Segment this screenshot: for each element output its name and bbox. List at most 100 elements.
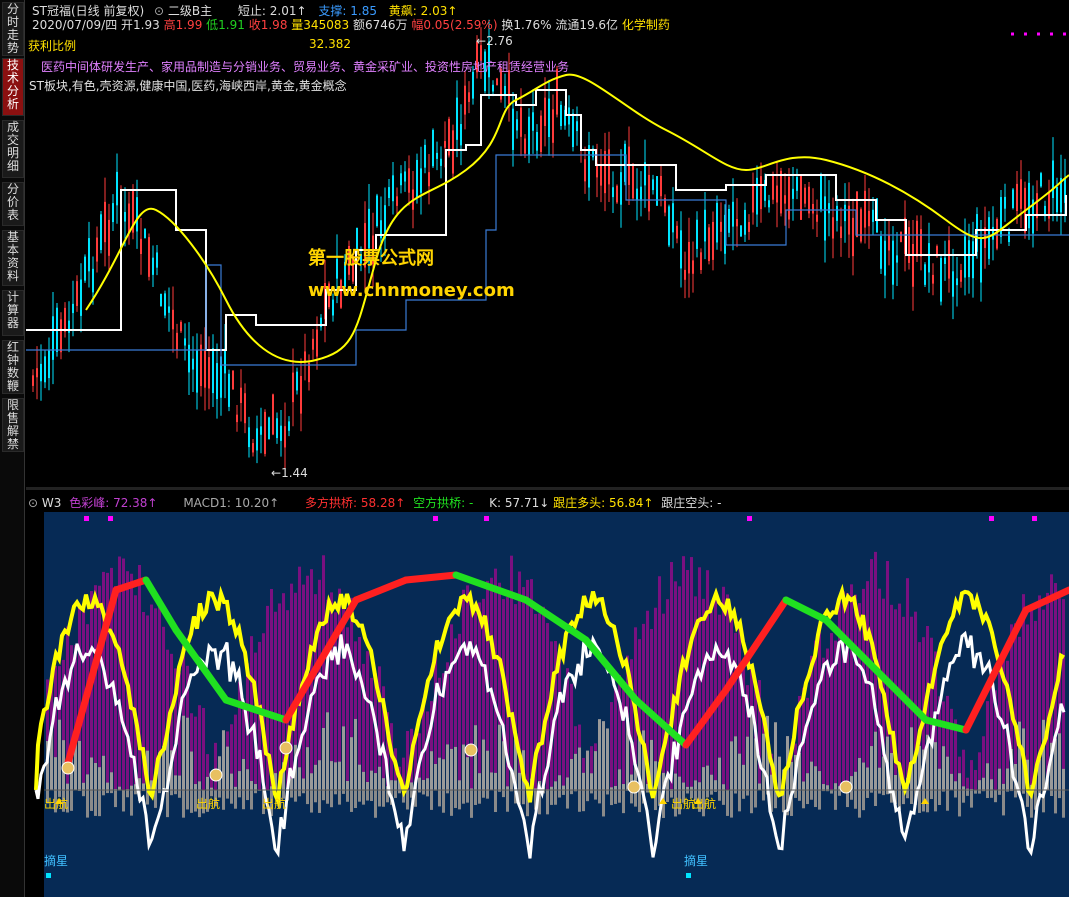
purple-bar xyxy=(690,557,693,790)
sail-signal-label: 出航 xyxy=(692,797,717,811)
money-bag-icon xyxy=(839,780,853,794)
candle-body xyxy=(720,221,722,232)
purple-bar xyxy=(198,705,201,790)
gray-bar-up xyxy=(354,718,357,790)
quote-high: 高1.99 xyxy=(163,18,203,32)
sidebar-tab-2[interactable]: 成交明细 xyxy=(2,120,24,178)
sidebar-tab-0[interactable]: 分时走势 xyxy=(2,2,24,56)
candle-body xyxy=(896,255,898,263)
sidebar-tab-1[interactable]: 技术分析 xyxy=(2,58,24,116)
candle-body xyxy=(152,257,154,275)
gray-bar-up xyxy=(494,772,497,790)
candle-body xyxy=(692,260,694,274)
money-bag-icon xyxy=(209,768,223,782)
gray-bar-up xyxy=(438,757,441,790)
gray-bar-up xyxy=(1058,733,1061,790)
money-bag-icon xyxy=(627,780,641,794)
candle-body xyxy=(640,186,642,201)
candle-body xyxy=(456,97,458,140)
candle-body xyxy=(708,227,710,262)
gray-bar-up xyxy=(882,756,885,790)
candle-body xyxy=(416,159,418,198)
candle-body xyxy=(652,179,654,191)
candle-body xyxy=(744,209,746,235)
candle-body xyxy=(716,202,718,243)
candle-body xyxy=(72,303,74,314)
gray-bar-up xyxy=(198,781,201,790)
candle-body xyxy=(248,427,250,448)
gray-bar-up xyxy=(718,757,721,790)
candle-body xyxy=(796,177,798,191)
candle-body xyxy=(228,373,230,407)
gray-bar-down xyxy=(838,790,841,796)
gray-bar-up xyxy=(678,776,681,790)
candle-body xyxy=(196,350,198,393)
dealer-long-value: 跟庄多头: 56.84↑ xyxy=(553,496,654,510)
gray-bar-up xyxy=(222,730,225,790)
gray-bar-down xyxy=(910,790,913,804)
candle-body xyxy=(616,185,618,203)
candle-body xyxy=(404,171,406,182)
sidebar-tab-5[interactable]: 计算器 xyxy=(2,290,24,336)
quote-sector[interactable]: 化学制药 xyxy=(622,18,670,32)
gray-bar-down xyxy=(934,790,937,812)
purple-bar xyxy=(274,611,277,790)
gray-bar-up xyxy=(334,762,337,790)
purple-bar xyxy=(1030,606,1033,790)
gray-bar-down xyxy=(466,790,469,803)
purple-bar xyxy=(426,711,429,790)
quote-low: 低1.91 xyxy=(206,18,245,32)
purple-bar xyxy=(550,641,553,790)
candle-body xyxy=(200,344,202,387)
candle-body xyxy=(48,349,50,379)
indicator-panel[interactable] xyxy=(26,490,1069,897)
gray-bar-up xyxy=(350,737,353,790)
profit-ratio-label: 获利比例 xyxy=(28,39,77,53)
gray-bar-down xyxy=(938,790,941,806)
candle-body xyxy=(252,443,254,453)
quote-date: 2020/07/09/四 xyxy=(32,18,118,32)
gray-bar-up xyxy=(982,777,985,790)
gray-bar-up xyxy=(618,769,621,790)
sidebar-tab-6[interactable]: 红钟数鞭 xyxy=(2,340,24,394)
candle-body xyxy=(804,187,806,204)
gray-bar-down xyxy=(330,790,333,808)
candle-body xyxy=(172,309,174,330)
indicator-name[interactable]: W3 xyxy=(42,496,62,510)
gray-bar-down xyxy=(742,790,745,799)
gray-bar-up xyxy=(758,783,761,790)
candle-body xyxy=(168,306,170,313)
candle-body xyxy=(292,372,294,403)
candle-body xyxy=(588,145,590,188)
candle-body xyxy=(1016,183,1018,212)
gray-bar-up xyxy=(742,764,745,790)
sidebar-tab-7[interactable]: 限售解禁 xyxy=(2,398,24,452)
candle-body xyxy=(1004,196,1006,209)
gray-bar-up xyxy=(986,763,989,790)
indicator-dropdown-icon[interactable]: ⊙ xyxy=(28,496,38,510)
gray-bar-down xyxy=(554,790,557,805)
gray-bar-up xyxy=(482,739,485,790)
candle-body xyxy=(932,274,934,284)
purple-bar xyxy=(706,570,709,790)
gray-bar-down xyxy=(502,790,505,798)
candle-body xyxy=(408,168,410,193)
purple-bar xyxy=(478,602,481,790)
gray-bar-down xyxy=(294,790,297,802)
gray-bar-up xyxy=(750,712,753,790)
gray-bar-down xyxy=(710,790,713,795)
gray-bar-up xyxy=(66,783,69,790)
candle-body xyxy=(236,414,238,423)
gray-bar-down xyxy=(810,790,813,800)
candle-body xyxy=(272,394,274,435)
gray-bar-up xyxy=(562,785,565,790)
purple-bar xyxy=(850,584,853,790)
gray-bar-up xyxy=(578,747,581,790)
gray-bar-up xyxy=(722,784,725,790)
sidebar-tab-3[interactable]: 分价表 xyxy=(2,182,24,226)
gray-bar-down xyxy=(726,790,729,816)
sidebar-tab-4[interactable]: 基本资料 xyxy=(2,230,24,286)
candle-body xyxy=(128,203,130,234)
gray-bar-up xyxy=(378,766,381,790)
gray-bar-down xyxy=(102,790,105,796)
